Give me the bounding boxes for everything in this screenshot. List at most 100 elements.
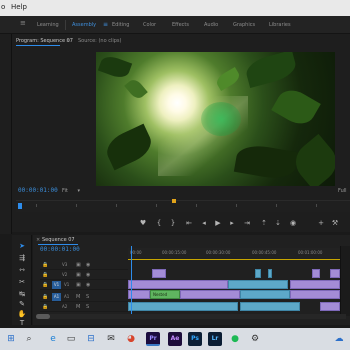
- sync-icon[interactable]: ▣: [76, 272, 81, 278]
- mute-icon[interactable]: M: [76, 304, 80, 310]
- lock-icon[interactable]: 🔒: [42, 294, 48, 300]
- ruler-label: 00:00:30:00: [206, 250, 231, 255]
- pen-icon[interactable]: ✎: [17, 299, 27, 309]
- ruler-tick: [76, 204, 77, 207]
- timeline-clip[interactable]: [228, 280, 288, 289]
- timeline-clip[interactable]: [128, 280, 228, 289]
- workspace-tab-libraries[interactable]: Libraries: [269, 22, 291, 28]
- track-select-icon[interactable]: ⇶: [17, 253, 27, 263]
- eye-icon[interactable]: ◉: [86, 262, 90, 268]
- store-icon[interactable]: ⊟: [84, 332, 98, 346]
- lightroom-icon[interactable]: Lr: [208, 332, 222, 346]
- workspace-tab-editing[interactable]: Editing: [112, 22, 129, 28]
- tab-source[interactable]: Source: (no clips): [78, 38, 121, 44]
- workspace-tab-learning[interactable]: Learning: [37, 22, 59, 28]
- audio-clip[interactable]: [320, 302, 340, 311]
- lock-icon[interactable]: 🔒: [42, 262, 48, 268]
- timeline-scrollbar[interactable]: [36, 314, 346, 319]
- type-icon[interactable]: T: [17, 318, 27, 328]
- playhead-timecode[interactable]: 00:00:01:00: [18, 187, 58, 194]
- audio-clip[interactable]: [128, 302, 238, 311]
- play-icon[interactable]: ▶: [213, 218, 223, 228]
- source-patch[interactable]: V1: [52, 281, 61, 289]
- work-area-bar[interactable]: [128, 259, 350, 260]
- lock-icon[interactable]: 🔒: [42, 304, 48, 310]
- timeline-clip[interactable]: [290, 280, 340, 289]
- export-frame-icon[interactable]: ◉: [288, 218, 298, 228]
- workspace-tab-assembly[interactable]: Assembly: [72, 22, 96, 28]
- mail-icon[interactable]: ✉: [104, 332, 118, 346]
- lift-icon[interactable]: ⇡: [259, 218, 269, 228]
- windows-start-icon[interactable]: ⊞: [4, 332, 18, 346]
- settings-icon[interactable]: ⚙: [248, 332, 262, 346]
- selection-tool-icon[interactable]: ➤: [17, 241, 27, 251]
- ripple-edit-icon[interactable]: ⇿: [17, 265, 27, 275]
- timeline-playhead[interactable]: [131, 246, 132, 318]
- monitor-playhead[interactable]: [18, 203, 22, 209]
- solo-icon[interactable]: S: [86, 294, 89, 300]
- menu-window[interactable]: o: [1, 3, 5, 11]
- sync-icon[interactable]: ▣: [76, 282, 81, 288]
- add-button-icon[interactable]: +: [316, 218, 326, 228]
- hamburger-icon[interactable]: ≡: [20, 19, 26, 27]
- timeline-timecode[interactable]: 00:00:01:00: [40, 246, 80, 253]
- premiere-pro-icon[interactable]: Pr: [146, 332, 160, 346]
- file-explorer-icon[interactable]: ▭: [64, 332, 78, 346]
- workspace-tab-audio[interactable]: Audio: [204, 22, 218, 28]
- timeline-clip[interactable]: [312, 269, 320, 278]
- foliage: [287, 133, 335, 186]
- tab-program[interactable]: Program: Sequence 07: [16, 38, 73, 44]
- spotify-icon[interactable]: ●: [228, 332, 242, 346]
- step-forward-icon[interactable]: ▸: [227, 218, 237, 228]
- tab-program-menu-icon[interactable]: ≡: [66, 38, 70, 44]
- workspace-tab-color[interactable]: Color: [143, 22, 156, 28]
- mute-icon[interactable]: M: [76, 294, 80, 300]
- assembly-menu-icon[interactable]: ≡: [103, 21, 108, 28]
- track-header-v2: 🔒 V2 ▣ ◉: [40, 270, 128, 280]
- go-to-in-icon[interactable]: ⇤: [184, 218, 194, 228]
- razor-icon[interactable]: ✂: [17, 277, 27, 287]
- extract-icon[interactable]: ⇣: [273, 218, 283, 228]
- timeline-clip[interactable]: [152, 269, 166, 278]
- sync-icon[interactable]: ▣: [76, 262, 81, 268]
- after-effects-icon[interactable]: Ae: [168, 332, 182, 346]
- monitor-time-ruler[interactable]: [16, 200, 350, 212]
- step-back-icon[interactable]: ◂: [199, 218, 209, 228]
- mark-in-icon[interactable]: {: [154, 218, 164, 228]
- nested-clip[interactable]: Nested: [150, 290, 180, 299]
- resolution-select[interactable]: Full: [338, 188, 347, 194]
- edge-icon[interactable]: e: [46, 332, 60, 346]
- lock-icon[interactable]: 🔒: [42, 282, 48, 288]
- timeline-clip[interactable]: [268, 269, 272, 278]
- lock-icon[interactable]: 🔒: [42, 272, 48, 278]
- workspace-tab-graphics[interactable]: Graphics: [233, 22, 255, 28]
- menu-help[interactable]: Help: [11, 3, 27, 11]
- eye-icon[interactable]: ◉: [86, 272, 90, 278]
- timeline-clip[interactable]: [330, 269, 340, 278]
- timeline-clip[interactable]: [240, 290, 290, 299]
- settings-wrench-icon[interactable]: ⚒: [330, 218, 340, 228]
- eye-icon[interactable]: ◉: [86, 282, 90, 288]
- zoom-select[interactable]: Fit ▾: [62, 188, 88, 196]
- transport-controls: ♥ { } ⇤ ◂ ▶ ▸ ⇥ ⇡ ⇣ ◉ + ⚒: [12, 214, 350, 232]
- onedrive-icon[interactable]: ☁: [332, 332, 346, 346]
- chrome-icon[interactable]: ◕: [124, 332, 138, 346]
- source-patch-a1[interactable]: A1: [52, 293, 61, 301]
- slip-icon[interactable]: ↹: [17, 289, 27, 299]
- solo-icon[interactable]: S: [86, 304, 89, 310]
- close-icon[interactable]: ×: [36, 237, 40, 243]
- photoshop-icon[interactable]: Ps: [188, 332, 202, 346]
- timeline-clip[interactable]: [255, 269, 261, 278]
- timeline-ruler[interactable]: 00:00 00:00:15:00 00:00:30:00 00:00:45:0…: [128, 248, 350, 258]
- go-to-out-icon[interactable]: ⇥: [242, 218, 252, 228]
- in-point-marker[interactable]: [172, 199, 176, 203]
- workspace-tab-effects[interactable]: Effects: [172, 22, 189, 28]
- sequence-tab[interactable]: Sequence 07: [42, 237, 75, 243]
- mark-out-icon[interactable]: }: [168, 218, 178, 228]
- audio-clip[interactable]: [240, 302, 300, 311]
- timeline-clip[interactable]: [290, 290, 340, 299]
- search-icon[interactable]: ⌕: [22, 332, 36, 346]
- marker-icon[interactable]: ♥: [138, 218, 148, 228]
- timeline-clip[interactable]: [180, 290, 240, 299]
- scrollbar-thumb[interactable]: [36, 314, 50, 319]
